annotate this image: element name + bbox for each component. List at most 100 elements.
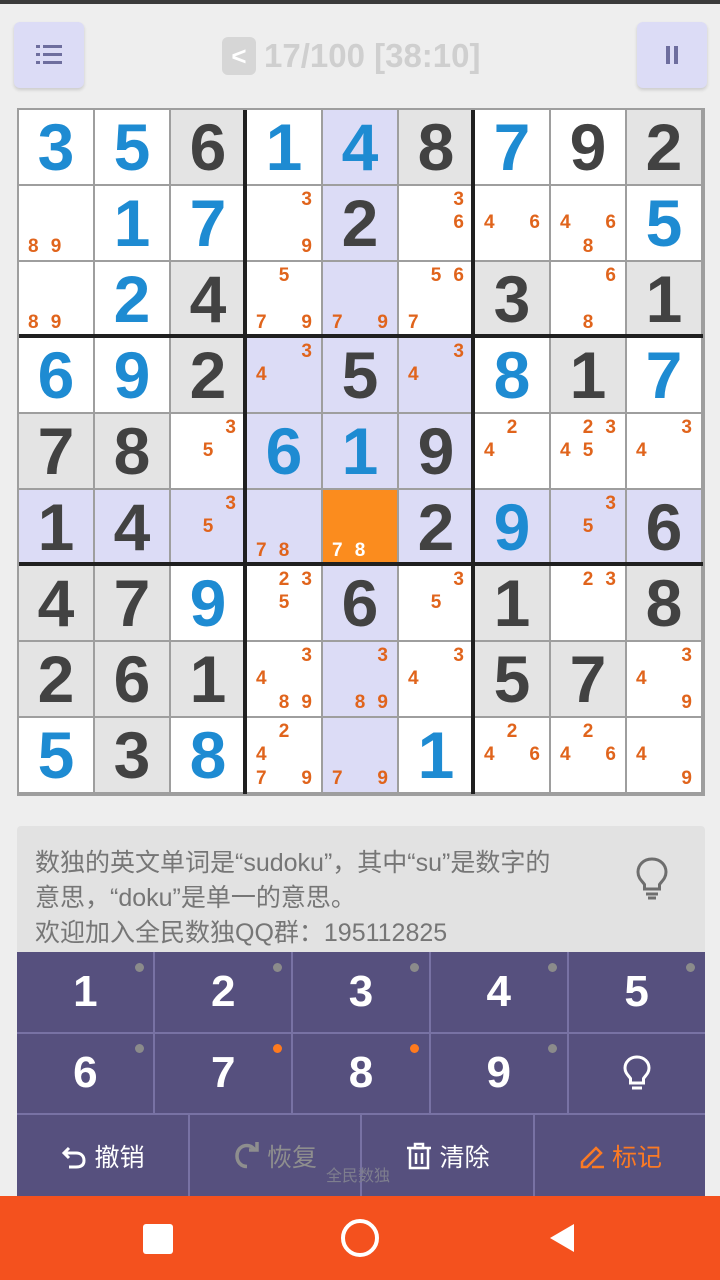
board-cell-r7c8[interactable]: 23 [551,566,625,640]
board-cell-r5c4[interactable]: 6 [247,414,321,488]
board-cell-r8c3[interactable]: 1 [171,642,245,716]
board-cell-r2c2[interactable]: 1 [95,186,169,260]
board-cell-r9c1[interactable]: 5 [19,718,93,792]
board-cell-r7c4[interactable]: 235 [247,566,321,640]
board-cell-r4c6[interactable]: 34 [399,338,473,412]
back-triangle-icon[interactable] [548,1222,576,1254]
board-cell-r7c1[interactable]: 4 [19,566,93,640]
board-cell-r2c8[interactable]: 4 68 [551,186,625,260]
board-cell-r9c7[interactable]: 24 6 [475,718,549,792]
board-cell-r4c4[interactable]: 34 [247,338,321,412]
board-cell-r7c5[interactable]: 6 [323,566,397,640]
board-cell-r3c9[interactable]: 1 [627,262,701,336]
board-cell-r3c1[interactable]: 89 [19,262,93,336]
board-cell-r1c6[interactable]: 8 [399,110,473,184]
board-cell-r6c9[interactable]: 6 [627,490,701,564]
key-7[interactable]: 7 [154,1033,292,1112]
board-cell-r4c2[interactable]: 9 [95,338,169,412]
board-cell-r7c9[interactable]: 8 [627,566,701,640]
board-cell-r3c4[interactable]: 5 7 9 [247,262,321,336]
board-cell-r9c2[interactable]: 3 [95,718,169,792]
board-cell-r4c8[interactable]: 1 [551,338,625,412]
board-cell-r3c7[interactable]: 3 [475,262,549,336]
board-cell-r8c8[interactable]: 7 [551,642,625,716]
board-cell-r1c1[interactable]: 3 [19,110,93,184]
key-4[interactable]: 4 [430,952,568,1031]
board-cell-r5c6[interactable]: 9 [399,414,473,488]
board-cell-r8c5[interactable]: 3 89 [323,642,397,716]
board-cell-r2c4[interactable]: 39 [247,186,321,260]
lightbulb-icon[interactable] [634,856,670,900]
recent-apps-button[interactable] [143,1224,173,1254]
board-cell-r9c5[interactable]: 79 [323,718,397,792]
board-cell-r9c8[interactable]: 24 6 [551,718,625,792]
board-cell-r1c7[interactable]: 7 [475,110,549,184]
board-cell-r8c6[interactable]: 34 [399,642,473,716]
board-cell-r2c3[interactable]: 7 [171,186,245,260]
board-cell-r6c8[interactable]: 35 [551,490,625,564]
board-cell-r3c3[interactable]: 4 [171,262,245,336]
board-cell-r2c1[interactable]: 89 [19,186,93,260]
board-cell-r2c7[interactable]: 46 [475,186,549,260]
board-cell-r5c2[interactable]: 8 [95,414,169,488]
key-2[interactable]: 2 [154,952,292,1031]
board-cell-r7c6[interactable]: 35 [399,566,473,640]
board-cell-r3c6[interactable]: 56 7 [399,262,473,336]
board-cell-r1c9[interactable]: 2 [627,110,701,184]
board-cell-r9c3[interactable]: 8 [171,718,245,792]
board-cell-r1c2[interactable]: 5 [95,110,169,184]
board-cell-r5c8[interactable]: 23 45 [551,414,625,488]
board-cell-r5c3[interactable]: 35 [171,414,245,488]
board-cell-r1c8[interactable]: 9 [551,110,625,184]
board-cell-r4c1[interactable]: 6 [19,338,93,412]
home-button[interactable] [341,1219,379,1257]
key-1[interactable]: 1 [17,952,154,1031]
board-cell-r8c7[interactable]: 5 [475,642,549,716]
board-cell-r6c7[interactable]: 9 [475,490,549,564]
undo-button[interactable]: 撤销 [17,1115,188,1196]
board-cell-r2c9[interactable]: 5 [627,186,701,260]
board-cell-r4c7[interactable]: 8 [475,338,549,412]
board-cell-r3c2[interactable]: 2 [95,262,169,336]
board-cell-r8c1[interactable]: 2 [19,642,93,716]
menu-button[interactable] [14,22,84,88]
board-cell-r7c7[interactable]: 1 [475,566,549,640]
board-cell-r5c1[interactable]: 7 [19,414,93,488]
board-cell-r9c6[interactable]: 1 [399,718,473,792]
board-cell-r4c3[interactable]: 2 [171,338,245,412]
board-cell-r6c4[interactable]: 78 [247,490,321,564]
mark-notes-button[interactable]: 标记 [535,1115,705,1196]
board-cell-r8c2[interactable]: 6 [95,642,169,716]
board-cell-r5c7[interactable]: 24 [475,414,549,488]
previous-puzzle-button[interactable]: < [222,37,256,75]
board-cell-r8c9[interactable]: 3 4 9 [627,642,701,716]
board-cell-r2c6[interactable]: 36 [399,186,473,260]
board-cell-r9c4[interactable]: 247 9 [247,718,321,792]
key-6[interactable]: 6 [17,1033,154,1112]
board-cell-r9c9[interactable]: 49 [627,718,701,792]
board-cell-r1c4[interactable]: 1 [247,110,321,184]
board-cell-r1c3[interactable]: 6 [171,110,245,184]
board-cell-r5c9[interactable]: 34 [627,414,701,488]
board-cell-r4c9[interactable]: 7 [627,338,701,412]
board-cell-r7c2[interactable]: 7 [95,566,169,640]
board-cell-r6c2[interactable]: 4 [95,490,169,564]
board-cell-r2c5[interactable]: 2 [323,186,397,260]
board-cell-r8c4[interactable]: 3 489 [247,642,321,716]
board-cell-r1c5[interactable]: 4 [323,110,397,184]
key-9[interactable]: 9 [430,1033,568,1112]
key-8[interactable]: 8 [292,1033,430,1112]
board-cell-r4c5[interactable]: 5 [323,338,397,412]
board-cell-r3c5[interactable]: 79 [323,262,397,336]
board-cell-r7c3[interactable]: 9 [171,566,245,640]
pause-button[interactable] [637,22,707,88]
board-cell-r6c1[interactable]: 1 [19,490,93,564]
board-cell-r6c3[interactable]: 35 [171,490,245,564]
key-5[interactable]: 5 [568,952,705,1031]
board-cell-r6c6[interactable]: 2 [399,490,473,564]
hint-key[interactable] [568,1033,705,1112]
board-cell-r6c5[interactable]: 78 [323,490,397,564]
key-3[interactable]: 3 [292,952,430,1031]
board-cell-r5c5[interactable]: 1 [323,414,397,488]
board-cell-r3c8[interactable]: 68 [551,262,625,336]
